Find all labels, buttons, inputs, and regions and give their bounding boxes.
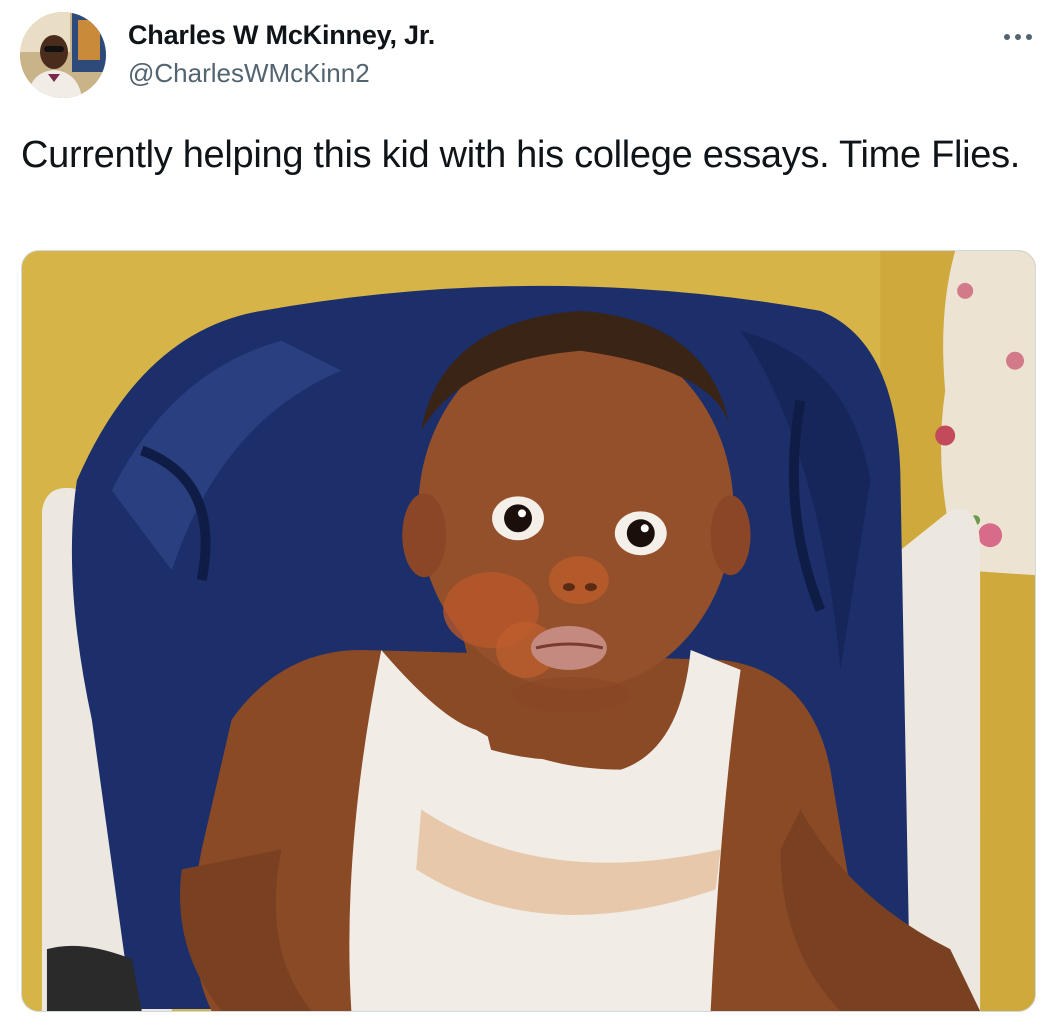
tweet-text: Currently helping this kid with his coll… <box>21 134 1021 176</box>
more-horizontal-icon <box>1004 34 1032 40</box>
author-avatar[interactable] <box>20 12 106 98</box>
author-name[interactable]: Charles W McKinney, Jr. <box>128 20 435 51</box>
author-handle[interactable]: @CharlesWMcKinn2 <box>128 58 370 89</box>
tweet-card: Charles W McKinney, Jr. @CharlesWMcKinn2… <box>0 0 1054 1034</box>
avatar-photo <box>20 12 106 98</box>
more-options-button[interactable] <box>998 22 1038 52</box>
tweet-photo[interactable] <box>21 250 1036 1012</box>
photo-image <box>22 251 1035 1011</box>
